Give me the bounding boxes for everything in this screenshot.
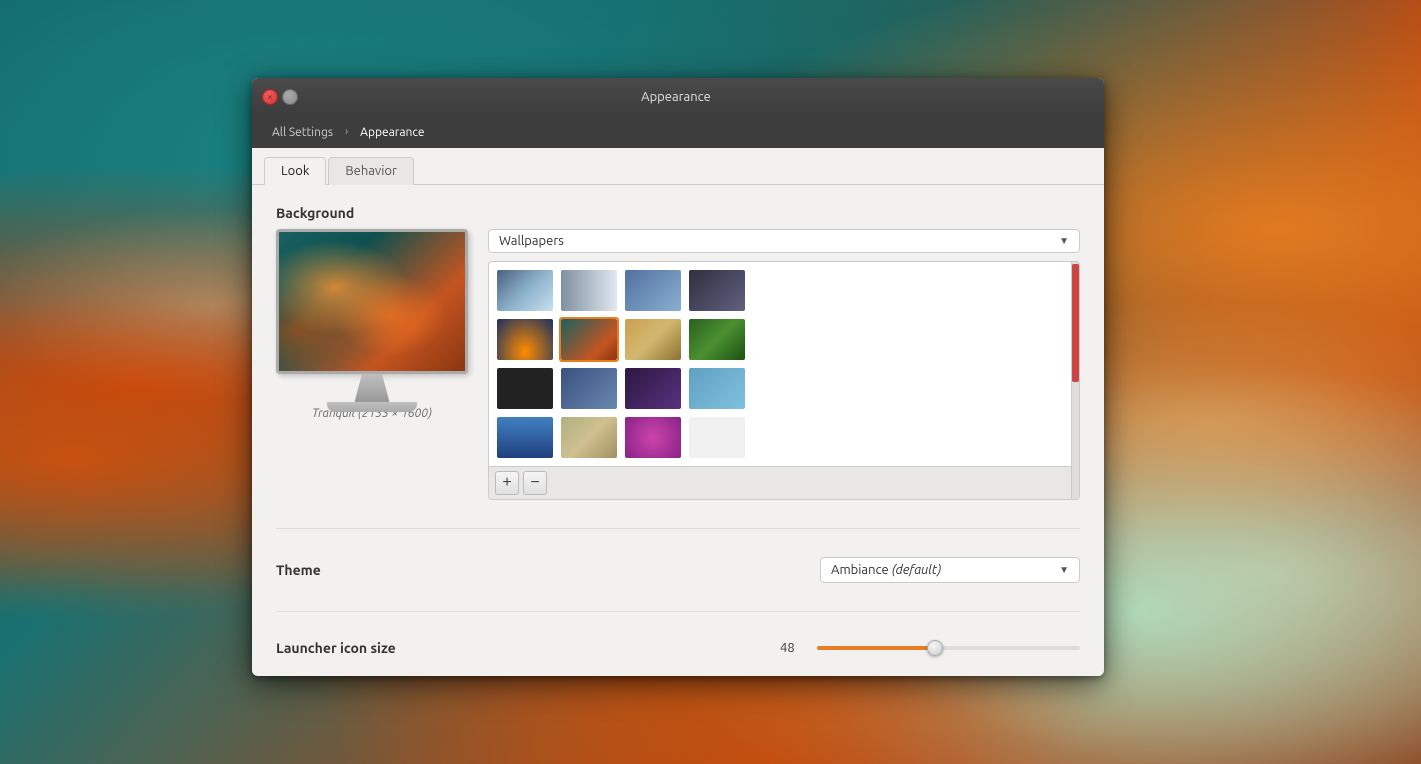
theme-dropdown-arrow: ▼	[1059, 564, 1069, 576]
wallpaper-item-14[interactable]	[559, 415, 619, 460]
window-title: Appearance	[308, 90, 1044, 104]
titlebar: Appearance	[252, 78, 1104, 116]
breadcrumb-bar: All Settings › Appearance	[252, 116, 1104, 148]
theme-value: Ambiance (default)	[831, 563, 941, 577]
minimize-button[interactable]	[282, 89, 298, 105]
wallpaper-item-13[interactable]	[495, 415, 555, 460]
breadcrumb-all-settings[interactable]: All Settings	[264, 123, 341, 142]
divider-2	[276, 611, 1080, 612]
launcher-section: Launcher icon size 48	[276, 640, 1080, 656]
look-panel: Background Tranquil (2133 × 1600)	[252, 185, 1104, 676]
monitor-screen	[279, 232, 465, 371]
close-button[interactable]	[262, 89, 278, 105]
tabs-bar: Look Behavior	[252, 148, 1104, 185]
breadcrumb-separator: ›	[345, 126, 348, 138]
wallpaper-controls: + −	[489, 466, 1079, 499]
launcher-label: Launcher icon size	[276, 640, 436, 656]
wallpapers-dropdown[interactable]: Wallpapers ▼	[488, 229, 1080, 253]
preview-area: Tranquil (2133 × 1600)	[276, 229, 468, 420]
theme-label: Theme	[276, 562, 436, 578]
wallpaper-item-11[interactable]	[623, 366, 683, 411]
wallpaper-grid	[489, 262, 1079, 466]
scrollbar-track[interactable]	[1071, 262, 1079, 499]
wallpaper-item-6[interactable]	[559, 317, 619, 362]
wallpaper-item-10[interactable]	[559, 366, 619, 411]
wallpaper-item-3[interactable]	[623, 268, 683, 313]
wallpaper-item-5[interactable]	[495, 317, 555, 362]
wallpaper-item-9[interactable]	[495, 366, 555, 411]
wallpaper-grid-container: + −	[488, 261, 1080, 500]
background-section: Background Tranquil (2133 × 1600)	[276, 205, 1080, 500]
launcher-size-value: 48	[780, 641, 805, 655]
monitor-preview	[276, 229, 468, 399]
wallpaper-item-15[interactable]	[623, 415, 683, 460]
monitor-frame	[276, 229, 468, 374]
tab-behavior[interactable]: Behavior	[328, 157, 414, 185]
background-label: Background	[276, 205, 1080, 221]
appearance-window: Appearance All Settings › Appearance Loo…	[252, 78, 1104, 676]
slider-thumb[interactable]	[927, 640, 943, 656]
slider-row: 48	[780, 641, 1080, 655]
wallpaper-item-7[interactable]	[623, 317, 683, 362]
remove-wallpaper-button[interactable]: −	[523, 471, 547, 495]
scrollbar-thumb[interactable]	[1072, 264, 1079, 383]
wallpaper-item-2[interactable]	[559, 268, 619, 313]
wallpaper-item-1[interactable]	[495, 268, 555, 313]
tab-look[interactable]: Look	[264, 157, 326, 185]
slider-fill	[817, 646, 935, 650]
wallpaper-item-8[interactable]	[687, 317, 747, 362]
monitor-stand	[347, 374, 397, 402]
wallpapers-dropdown-label: Wallpapers	[499, 234, 564, 248]
background-content: Tranquil (2133 × 1600) Wallpapers ▼	[276, 229, 1080, 500]
theme-section: Theme Ambiance (default) ▼	[276, 557, 1080, 583]
launcher-slider[interactable]	[817, 646, 1080, 650]
wallpaper-item-12[interactable]	[687, 366, 747, 411]
divider-1	[276, 528, 1080, 529]
wallpapers-dropdown-arrow: ▼	[1059, 235, 1069, 247]
theme-dropdown[interactable]: Ambiance (default) ▼	[820, 557, 1080, 583]
wallpaper-item-4[interactable]	[687, 268, 747, 313]
wallpaper-item-16[interactable]	[687, 415, 747, 460]
add-wallpaper-button[interactable]: +	[495, 471, 519, 495]
wallpaper-panel: Wallpapers ▼	[488, 229, 1080, 500]
window-controls	[262, 89, 298, 105]
breadcrumb-appearance[interactable]: Appearance	[352, 123, 432, 142]
content-area: Look Behavior Background	[252, 148, 1104, 676]
monitor-base	[327, 402, 417, 412]
